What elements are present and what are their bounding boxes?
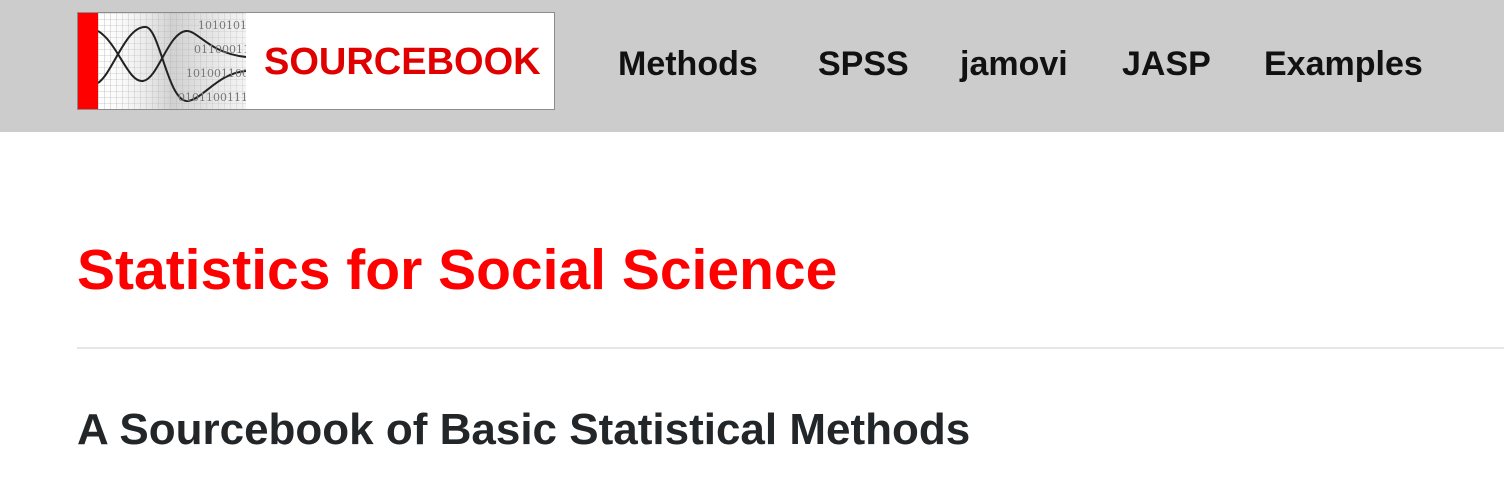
logo-binary-line-4: 0101100111 — [178, 91, 246, 104]
top-navbar: 1010101 01100011 101001100 0101100111 SO… — [0, 0, 1504, 132]
nav-link-jasp[interactable]: JASP — [1122, 40, 1211, 88]
logo-text: SOURCEBOOK — [264, 41, 541, 83]
logo-binary-line-1: 1010101 — [198, 19, 246, 32]
nav-link-jamovi[interactable]: jamovi — [960, 40, 1068, 88]
nav-link-methods[interactable]: Methods — [618, 40, 758, 88]
page-subtitle: A Sourcebook of Basic Statistical Method… — [77, 405, 971, 454]
title-divider — [77, 347, 1504, 349]
sourcebook-logo-link[interactable]: 1010101 01100011 101001100 0101100111 SO… — [77, 12, 555, 110]
nav-link-spss[interactable]: SPSS — [818, 40, 909, 88]
nav-link-examples[interactable]: Examples — [1264, 40, 1423, 88]
logo-binary-line-2: 01100011 — [194, 43, 246, 56]
page-title: Statistics for Social Science — [77, 238, 838, 302]
logo-red-bar — [78, 13, 98, 109]
logo-binary-line-3: 101001100 — [186, 67, 246, 80]
wave-graph-logo-icon: 1010101 01100011 101001100 0101100111 — [98, 13, 246, 109]
